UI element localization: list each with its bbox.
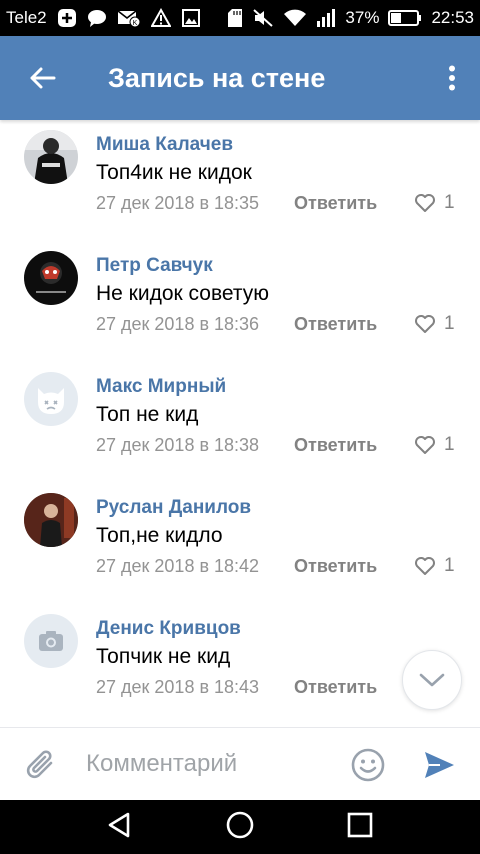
reply-button[interactable]: Ответить	[294, 556, 377, 577]
comment-text: Топ4ик не кидок	[96, 161, 252, 184]
square-recents-icon	[348, 812, 373, 837]
warning-icon	[150, 8, 171, 28]
comment-author[interactable]: Руслан Данилов	[96, 497, 251, 519]
nav-recents-button[interactable]	[346, 811, 374, 844]
comment-date: 27 дек 2018 в 18:35	[96, 193, 260, 213]
chat-icon	[87, 8, 107, 28]
reply-button[interactable]: Ответить	[294, 193, 377, 214]
paperclip-icon	[26, 750, 53, 779]
carrier-label: Tele2	[6, 8, 47, 27]
system-nav-bar	[0, 800, 480, 854]
comment-text: Не кидок советую	[96, 282, 269, 305]
like-button[interactable]: 1	[414, 434, 455, 456]
reply-button[interactable]: Ответить	[294, 435, 377, 456]
comments-list[interactable]: Миша Калачев Топ4ик не кидок 27 дек 2018…	[0, 120, 480, 726]
signal-icon	[316, 8, 336, 28]
reply-button[interactable]: Ответить	[294, 677, 377, 698]
nav-back-button[interactable]	[106, 811, 134, 844]
page-title: Запись на стене	[108, 62, 326, 93]
plus-badge-icon	[57, 8, 77, 28]
like-count: 1	[444, 434, 455, 455]
comment-date: 27 дек 2018 в 18:43	[96, 677, 260, 697]
avatar[interactable]	[24, 372, 78, 426]
heart-icon	[415, 315, 435, 333]
circle-home-icon	[226, 811, 254, 838]
battery-icon	[388, 9, 422, 27]
like-count: 1	[444, 313, 455, 334]
avatar[interactable]	[24, 614, 78, 668]
wifi-icon	[283, 8, 307, 28]
clock: 22:53	[431, 8, 474, 27]
mute-icon	[252, 8, 274, 28]
top-toolbar: Запись на стене	[0, 36, 480, 120]
smile-icon	[351, 748, 385, 782]
triangle-back-icon	[108, 812, 129, 837]
sd-card-icon	[227, 8, 243, 28]
avatar[interactable]	[24, 130, 78, 184]
comment-item: Макс Мирный Топ не кид 27 дек 2018 в 18:…	[0, 362, 480, 483]
back-button[interactable]	[0, 36, 84, 120]
like-button[interactable]: 1	[414, 192, 455, 214]
nav-home-button[interactable]	[225, 810, 255, 845]
vk-mail-icon: K	[117, 8, 141, 28]
heart-icon	[415, 557, 435, 575]
overflow-menu-button[interactable]	[424, 36, 480, 120]
comment-date: 27 дек 2018 в 18:42	[96, 556, 260, 576]
comment-author[interactable]: Петр Савчук	[96, 255, 213, 277]
status-bar: Tele2 K 37% 22:53	[0, 0, 480, 36]
avatar[interactable]	[24, 251, 78, 305]
send-icon	[425, 752, 454, 778]
chevron-down-icon	[419, 673, 445, 687]
more-vertical-icon	[449, 65, 455, 91]
comment-item: Петр Савчук Не кидок советую 27 дек 2018…	[0, 241, 480, 362]
comment-text: Топ,не кидло	[96, 524, 223, 547]
battery-percent: 37%	[345, 8, 380, 27]
like-count: 1	[444, 192, 455, 213]
arrow-left-icon	[30, 67, 56, 89]
attach-button[interactable]	[24, 748, 58, 787]
like-button[interactable]: 1	[414, 555, 455, 577]
comment-date: 27 дек 2018 в 18:36	[96, 314, 260, 334]
scroll-down-button[interactable]	[402, 650, 462, 710]
comment-author[interactable]: Миша Калачев	[96, 134, 233, 156]
comment-input[interactable]: Комментарий	[86, 750, 237, 778]
svg-text:K: K	[132, 20, 137, 27]
comment-item: Руслан Данилов Топ,не кидло 27 дек 2018 …	[0, 483, 480, 604]
comment-composer: Комментарий	[0, 727, 480, 800]
comment-text: Топ не кид	[96, 403, 199, 426]
comment-date: 27 дек 2018 в 18:38	[96, 435, 260, 455]
heart-icon	[415, 194, 435, 212]
like-count: 1	[444, 555, 455, 576]
comment-text: Топчик не кид	[96, 645, 231, 668]
heart-icon	[415, 436, 435, 454]
comment-item: Миша Калачев Топ4ик не кидок 27 дек 2018…	[0, 120, 480, 241]
emoji-button[interactable]	[351, 748, 385, 787]
comment-author[interactable]: Денис Кривцов	[96, 618, 241, 640]
comment-author[interactable]: Макс Мирный	[96, 376, 226, 398]
like-button[interactable]: 1	[414, 313, 455, 335]
avatar[interactable]	[24, 493, 78, 547]
image-icon	[181, 8, 201, 28]
send-button[interactable]	[422, 748, 456, 787]
reply-button[interactable]: Ответить	[294, 314, 377, 335]
